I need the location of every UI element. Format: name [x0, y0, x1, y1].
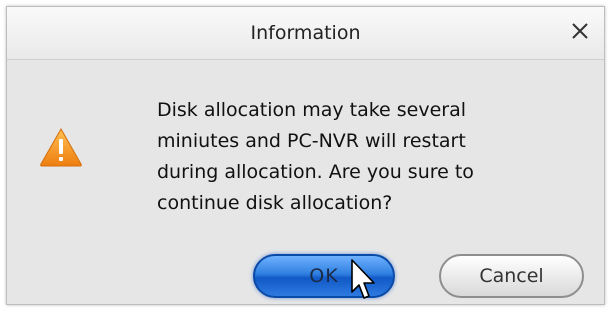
ok-button-label: OK — [309, 265, 339, 287]
mouse-pointer-icon — [350, 258, 378, 302]
dialog-message: Disk allocation may take several miniute… — [157, 99, 474, 214]
close-button[interactable] — [564, 17, 596, 49]
close-icon[interactable] — [571, 22, 589, 44]
cancel-button[interactable]: Cancel — [439, 254, 584, 298]
warning-icon — [39, 127, 83, 167]
confirmation-dialog: Information Disk allocation may take sev… — [6, 6, 605, 305]
dialog-title: Information — [250, 22, 361, 44]
cancel-button-label: Cancel — [479, 265, 544, 287]
dialog-titlebar[interactable]: Information — [7, 7, 604, 60]
